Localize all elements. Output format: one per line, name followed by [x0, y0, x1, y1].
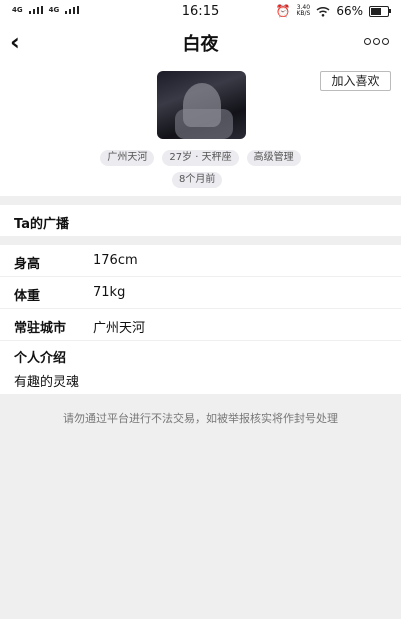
broadcast-title[interactable]: Ta的广播 [14, 213, 69, 232]
detail-row-weight: 体重 71kg [0, 277, 401, 309]
network-speed: 3.40 KB/S [296, 5, 310, 17]
intro-title: 个人介绍 [14, 351, 67, 366]
tag-location: 广州天河 [100, 150, 155, 166]
footer-area: 请勿通过平台进行不法交易，如被举报核实将作封号处理 [0, 394, 401, 619]
safety-notice: 请勿通过平台进行不法交易，如被举报核实将作封号处理 [63, 412, 338, 425]
intro-text: 有趣的灵魂 [14, 375, 80, 390]
detail-value: 71kg [93, 285, 126, 300]
detail-row-height: 身高 176cm [0, 245, 401, 277]
detail-value: 176cm [93, 253, 138, 268]
more-icon[interactable] [364, 38, 389, 45]
tag-last-active: 8个月前 [172, 172, 223, 188]
add-favorite-button[interactable]: 加入喜欢 [320, 71, 391, 91]
tag-occupation: 高级管理 [246, 150, 301, 166]
section-divider [0, 236, 401, 245]
alarm-icon: ⏰ [275, 4, 291, 18]
detail-value: 广州天河 [93, 321, 146, 336]
detail-row-city: 常驻城市 广州天河 [0, 309, 401, 341]
speed-unit: KB/S [296, 10, 311, 17]
page-title: 白夜 [182, 34, 219, 55]
status-bar: 4G 4G 16:15 ⏰ 3.40 KB/S 66% [0, 0, 401, 24]
detail-label: 常驻城市 [14, 321, 67, 336]
wifi-icon [316, 6, 330, 17]
status-right: ⏰ 3.40 KB/S 66% [275, 4, 391, 18]
detail-label: 身高 [14, 257, 41, 272]
battery-icon [369, 5, 391, 17]
profile-tags: 广州天河 27岁 · 天秤座 高级管理 [0, 150, 401, 166]
detail-label: 体重 [14, 289, 41, 304]
section-divider [0, 196, 401, 205]
battery-percent: 66% [336, 4, 363, 18]
avatar[interactable] [157, 71, 246, 139]
nav-bar: ‹ 白夜 [0, 26, 401, 60]
tag-age-zodiac: 27岁 · 天秤座 [162, 150, 239, 166]
